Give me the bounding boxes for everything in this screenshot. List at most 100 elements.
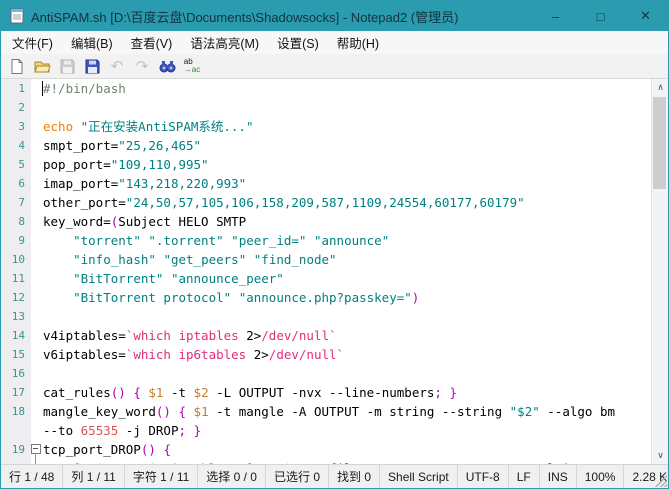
code-line[interactable]: 7other_port="24,50,57,105,106,158,209,58…	[1, 193, 668, 212]
line-text: "BitTorrent protocol" "announce.php?pass…	[41, 288, 668, 307]
menu-scheme[interactable]: 语法高亮(M)	[181, 31, 268, 54]
menu-view[interactable]: 查看(V)	[122, 31, 182, 54]
code-line[interactable]: 15v6iptables=`which ip6tables 2>/dev/nul…	[1, 345, 668, 364]
replace-button[interactable]: ab→ac	[180, 55, 204, 78]
menu-edit[interactable]: 编辑(B)	[62, 31, 122, 54]
line-number: 16	[1, 364, 31, 383]
code-line[interactable]: 16	[1, 364, 668, 383]
fold-margin	[31, 288, 41, 307]
vertical-scrollbar[interactable]: ∧ ∨	[651, 79, 668, 464]
app-icon[interactable]	[8, 7, 26, 25]
scroll-down-button[interactable]: ∨	[652, 447, 668, 464]
code-line[interactable]: 4smpt_port="25,26,465"	[1, 136, 668, 155]
title-bar: AntiSPAM.sh [D:\百度云盘\Documents\Shadowsoc…	[1, 1, 668, 31]
scroll-up-button[interactable]: ∧	[652, 79, 668, 96]
line-number: 4	[1, 136, 31, 155]
code-line[interactable]: 19tcp_port_DROP() {	[1, 440, 668, 459]
code-line[interactable]: 6 imap_port="143,218,220,993"	[1, 174, 668, 193]
window-title: AntiSPAM.sh [D:\百度云盘\Documents\Shadowsoc…	[31, 7, 533, 26]
line-number: 2	[1, 98, 31, 117]
code-line[interactable]: 17 cat_rules() { $1 -t $2 -L OUTPUT -nvx …	[1, 383, 668, 402]
status-insert[interactable]: INS	[540, 465, 577, 488]
status-character: 字符 1 / 11	[125, 465, 198, 488]
new-file-button[interactable]	[5, 55, 29, 78]
status-encoding[interactable]: UTF-8	[458, 465, 509, 488]
code-line[interactable]: 12 "BitTorrent protocol" "announce.php?p…	[1, 288, 668, 307]
line-text: other_port="24,50,57,105,106,158,209,587…	[41, 193, 668, 212]
line-text: tcp_port_DROP() {	[41, 440, 668, 459]
line-number: 10	[1, 250, 31, 269]
code-line[interactable]: 11 "BitTorrent" "announce_peer"	[1, 269, 668, 288]
close-button[interactable]: ✕	[623, 1, 668, 31]
status-scheme[interactable]: Shell Script	[380, 465, 458, 488]
find-binoculars-icon	[159, 59, 176, 74]
menu-help[interactable]: 帮助(H)	[328, 31, 388, 54]
line-number: 12	[1, 288, 31, 307]
resize-grip-icon[interactable]	[655, 475, 667, 487]
save-copy-button[interactable]	[80, 55, 104, 78]
status-selection: 选择 0 / 0	[198, 465, 266, 488]
line-number: 6	[1, 174, 31, 193]
open-file-button[interactable]	[30, 55, 54, 78]
fold-margin	[31, 269, 41, 288]
line-text: "info_hash" "get_peers" "find_node"	[41, 250, 668, 269]
status-sel-lines: 已选行 0	[266, 465, 329, 488]
code-line[interactable]: 2	[1, 98, 668, 117]
code-line[interactable]: 13	[1, 307, 668, 326]
line-text: "torrent" ".torrent" "peer_id=" "announc…	[41, 231, 668, 250]
line-number: 5	[1, 155, 31, 174]
menu-settings[interactable]: 设置(S)	[268, 31, 328, 54]
code-line[interactable]: --to 65535 -j DROP; }	[1, 421, 668, 440]
editor[interactable]: 1#!/bin/bash23 echo "正在安装AntiSPAM系统..."4s…	[1, 79, 668, 464]
code-line[interactable]: 5 pop_port="109,110,995"	[1, 155, 668, 174]
status-column: 列 1 / 11	[63, 465, 124, 488]
code-line[interactable]: 14v4iptables=`which iptables 2>/dev/null…	[1, 326, 668, 345]
line-number: 3	[1, 117, 31, 136]
line-text	[41, 98, 668, 117]
code-area: 1#!/bin/bash23 echo "正在安装AntiSPAM系统..."4s…	[1, 79, 668, 464]
fold-toggle-icon[interactable]	[31, 440, 41, 459]
fold-margin	[31, 326, 41, 345]
fold-margin	[31, 345, 41, 364]
line-text: imap_port="143,218,220,993"	[41, 174, 668, 193]
line-text: pop_port="109,110,995"	[41, 155, 668, 174]
line-number	[1, 421, 31, 440]
line-text: key_word=(Subject HELO SMTP	[41, 212, 668, 231]
undo-button[interactable]: ↶	[105, 55, 129, 78]
code-line[interactable]: 18mangle_key_word() { $1 -t mangle -A OU…	[1, 402, 668, 421]
fold-margin	[31, 383, 41, 402]
line-text: cat_rules() { $1 -t $2 -L OUTPUT -nvx --…	[41, 383, 668, 402]
line-number: 11	[1, 269, 31, 288]
fold-margin	[31, 231, 41, 250]
menu-file[interactable]: 文件(F)	[3, 31, 62, 54]
code-line[interactable]: 8key_word=(Subject HELO SMTP	[1, 212, 668, 231]
new-file-icon	[9, 58, 25, 74]
undo-icon: ↶	[111, 59, 124, 74]
open-folder-icon	[34, 58, 51, 74]
code-line[interactable]: 9 "torrent" ".torrent" "peer_id=" "annou…	[1, 231, 668, 250]
line-text: mangle_key_word() { $1 -t mangle -A OUTP…	[41, 402, 668, 421]
minimize-button[interactable]: –	[533, 1, 578, 31]
line-number: 9	[1, 231, 31, 250]
status-eol[interactable]: LF	[509, 465, 540, 488]
fold-margin	[31, 136, 41, 155]
save-button[interactable]	[55, 55, 79, 78]
redo-icon: ↷	[136, 59, 149, 74]
maximize-button[interactable]: □	[578, 1, 623, 31]
replace-icon: ab→ac	[184, 58, 200, 74]
redo-button[interactable]: ↷	[130, 55, 154, 78]
scrollbar-thumb[interactable]	[653, 97, 666, 189]
fold-margin	[31, 421, 41, 440]
code-line[interactable]: 10 "info_hash" "get_peers" "find_node"	[1, 250, 668, 269]
find-button[interactable]	[155, 55, 179, 78]
code-line[interactable]: 3 echo "正在安装AntiSPAM系统..."	[1, 117, 668, 136]
status-zoom[interactable]: 100%	[577, 465, 625, 488]
code-line[interactable]: 1#!/bin/bash	[1, 79, 668, 98]
fold-margin	[31, 79, 41, 98]
status-bar: 行 1 / 48列 1 / 11字符 1 / 11选择 0 / 0已选行 0找到…	[1, 464, 668, 488]
save-icon	[60, 59, 75, 74]
fold-margin	[31, 307, 41, 326]
line-number: 17	[1, 383, 31, 402]
line-text: echo "正在安装AntiSPAM系统..."	[41, 117, 668, 136]
line-text: "BitTorrent" "announce_peer"	[41, 269, 668, 288]
